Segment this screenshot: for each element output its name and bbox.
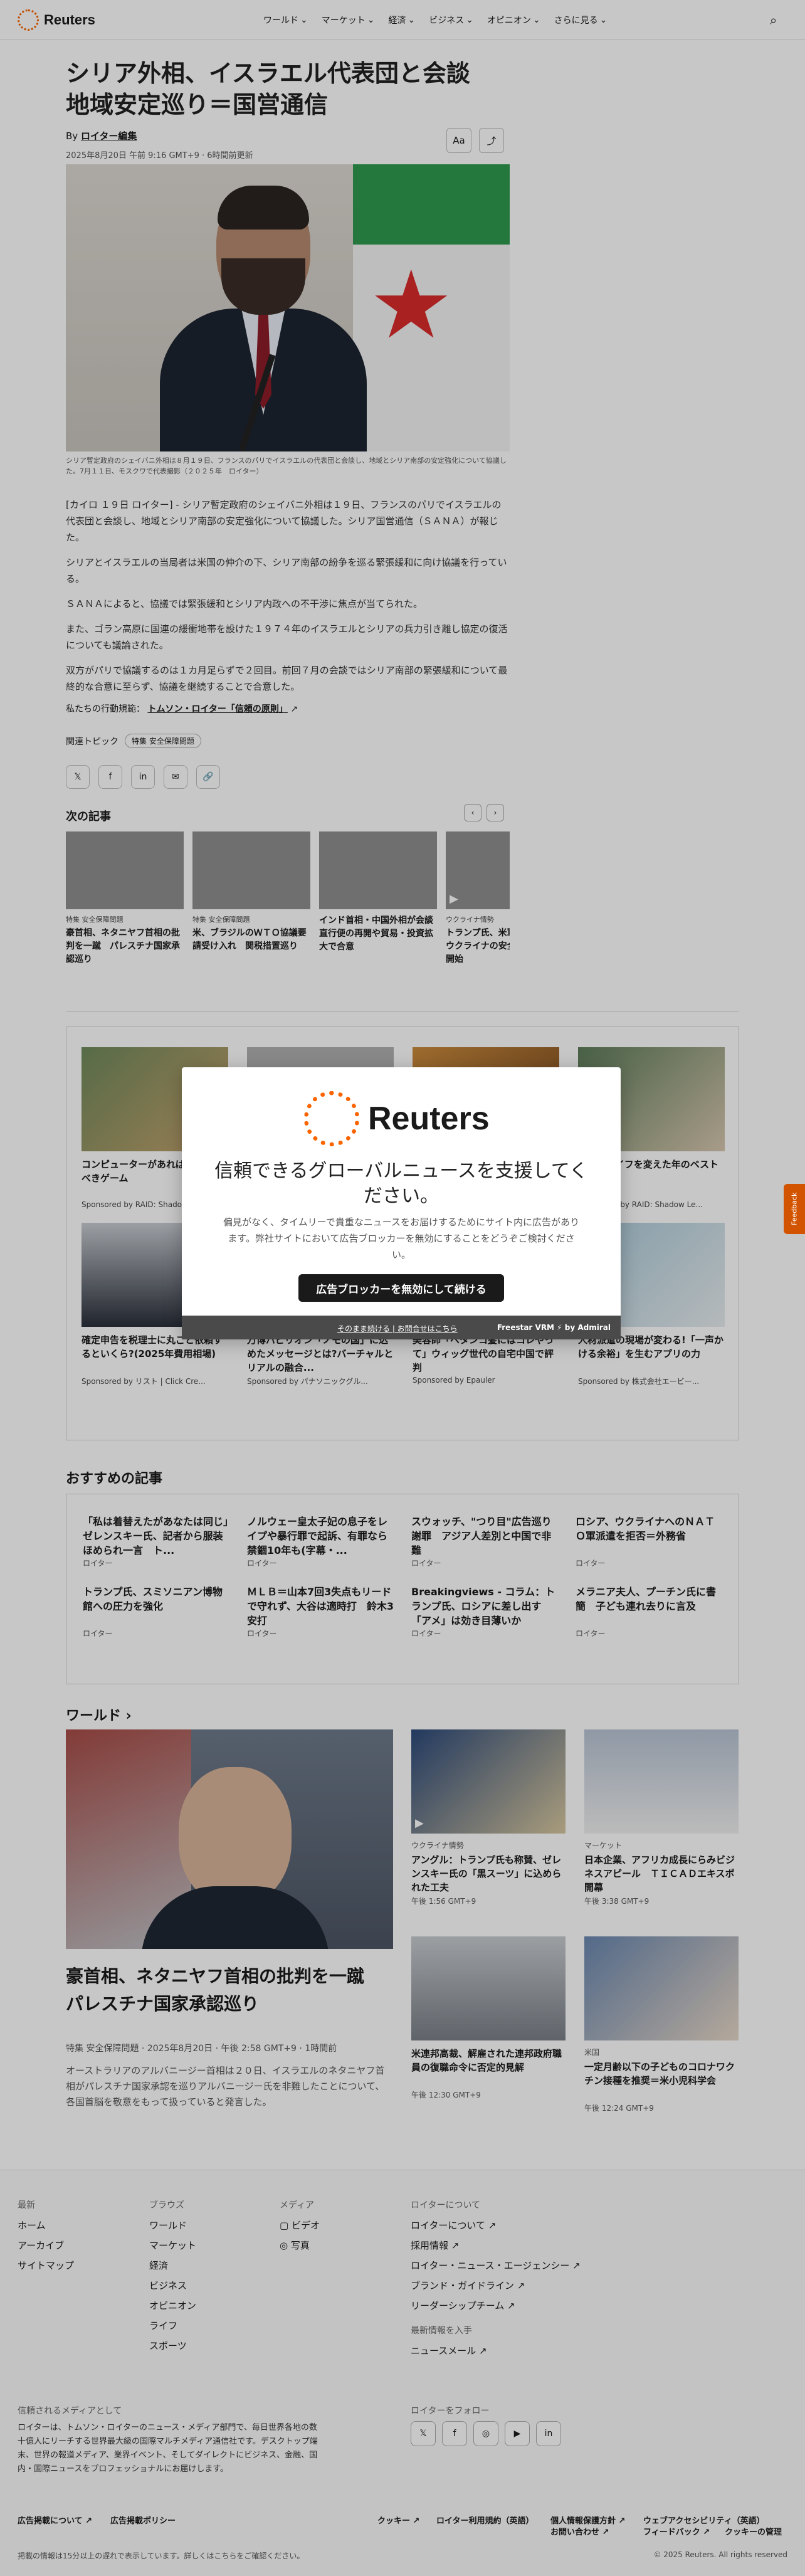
modal-title: 信頼できるグローバルニュースを支援してください。 bbox=[214, 1160, 588, 1207]
disable-adblock-button[interactable]: 広告ブロッカーを無効にして続ける bbox=[298, 1274, 504, 1302]
page: Reuters ワールド ⌄ マーケット ⌄ 経済 ⌄ ビジネス ⌄ オピニオン ⌄ さら… bbox=[0, 0, 805, 2576]
continue-link[interactable]: そのまま続ける | お問合せはこちら bbox=[337, 1323, 458, 1334]
adblock-modal: Reuters 信頼できるグローバルニュースを支援してください。 偏見がなく、タ… bbox=[182, 1067, 621, 1339]
reuters-logo-icon bbox=[304, 1091, 359, 1146]
modal-logo: Reuters bbox=[304, 1091, 490, 1146]
modal-body: 偏見がなく、タイムリーで貴重なニュースをお届けするためにサイト内に広告があります… bbox=[223, 1217, 580, 1260]
feedback-tab[interactable]: Feedback bbox=[784, 1184, 805, 1234]
admiral-brand: Freestar VRM ⚡ by Admiral bbox=[497, 1323, 611, 1332]
modal-footer-bar: そのまま続ける | お問合せはこちら Freestar VRM ⚡ by Adm… bbox=[182, 1316, 621, 1339]
